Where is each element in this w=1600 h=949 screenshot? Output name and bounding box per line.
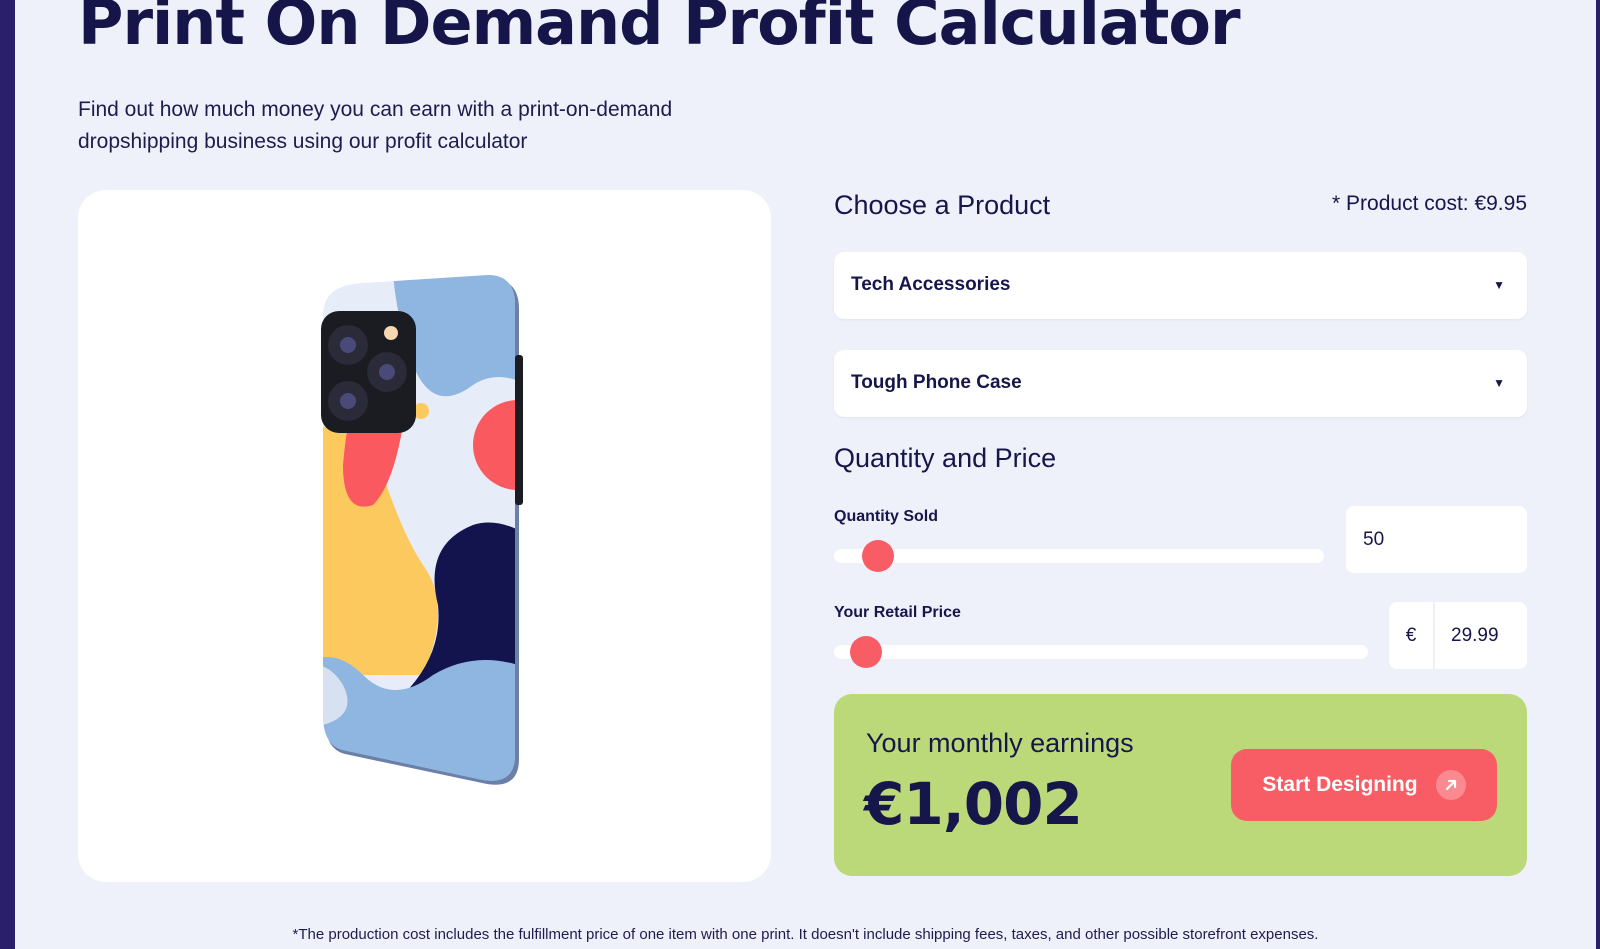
category-select[interactable]: Tech Accessories ▼ <box>834 252 1527 319</box>
quantity-label: Quantity Sold <box>834 508 938 525</box>
product-cost-note: * Product cost: €9.95 <box>1332 192 1527 215</box>
retail-price-value: 29.99 <box>1451 624 1499 646</box>
choose-product-heading: Choose a Product <box>834 190 1051 220</box>
footnote: *The production cost includes the fulfil… <box>292 926 1319 943</box>
product-select-value: Tough Phone Case <box>851 372 1022 393</box>
start-designing-button[interactable]: Start Designing <box>1231 749 1497 821</box>
start-designing-label: Start Designing <box>1262 773 1418 796</box>
retail-price-label: Your Retail Price <box>834 604 961 621</box>
chevron-down-icon: ▼ <box>1493 376 1505 390</box>
currency-symbol: € <box>1389 602 1435 669</box>
retail-price-slider-thumb[interactable] <box>850 636 883 668</box>
retail-price-slider[interactable] <box>834 636 1368 668</box>
earnings-panel: Your monthly earnings €1,002 Start Desig… <box>834 694 1527 876</box>
chevron-down-icon: ▼ <box>1493 278 1505 292</box>
retail-price-input[interactable]: € 29.99 <box>1389 602 1527 669</box>
category-select-value: Tech Accessories <box>851 274 1011 295</box>
phone-case-image <box>321 275 523 785</box>
quantity-input[interactable]: 50 <box>1346 506 1527 573</box>
quantity-price-heading: Quantity and Price <box>834 443 1057 473</box>
product-preview-card <box>78 190 771 882</box>
page: Print On Demand Profit Calculator Find o… <box>15 0 1596 949</box>
earnings-amount: €1,002 <box>864 770 1083 838</box>
quantity-slider-thumb[interactable] <box>862 540 895 572</box>
quantity-input-value: 50 <box>1363 529 1385 550</box>
arrow-up-right-icon <box>1435 770 1466 800</box>
quantity-slider[interactable] <box>834 540 1324 572</box>
page-title: Print On Demand Profit Calculator <box>78 0 1241 59</box>
earnings-label: Your monthly earnings <box>866 728 1134 758</box>
product-select[interactable]: Tough Phone Case ▼ <box>834 350 1527 417</box>
page-subtitle: Find out how much money you can earn wit… <box>78 98 673 153</box>
